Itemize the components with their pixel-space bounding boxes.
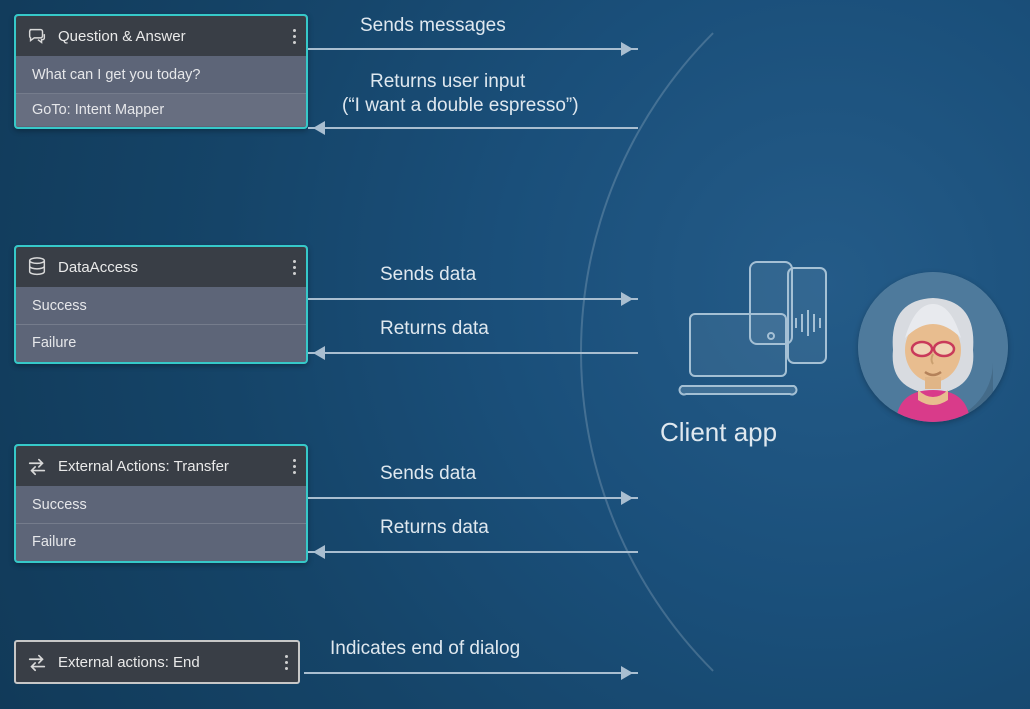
qa-card-body: What can I get you today? GoTo: Intent M… xyxy=(16,56,306,127)
arrow-right xyxy=(308,497,638,499)
qa-goto-row: GoTo: Intent Mapper xyxy=(16,94,306,126)
data-card-body: Success Failure xyxy=(16,287,306,362)
menu-dots-icon[interactable] xyxy=(292,260,296,275)
transfer-card-title: External Actions: Transfer xyxy=(58,458,282,475)
qa-card: Question & Answer What can I get you tod… xyxy=(14,14,308,129)
transfer-card-body: Success Failure xyxy=(16,486,306,561)
success-row: Success xyxy=(16,487,306,524)
arrow-left xyxy=(308,127,638,129)
data-card-header: DataAccess xyxy=(16,247,306,287)
transfer-icon xyxy=(26,455,48,477)
menu-dots-icon[interactable] xyxy=(284,655,288,670)
arrow-left xyxy=(308,551,638,553)
arrow-label: Returns user input xyxy=(370,71,525,93)
end-card-title: External actions: End xyxy=(58,654,274,671)
end-card: External actions: End xyxy=(14,640,300,684)
qa-prompt-text: What can I get you today? xyxy=(16,57,306,94)
arrow-label: Sends data xyxy=(380,463,476,485)
qa-card-header: Question & Answer xyxy=(16,16,306,56)
chat-icon xyxy=(26,25,48,47)
user-avatar-icon xyxy=(858,272,1008,422)
database-icon xyxy=(26,256,48,278)
arrow-label: Returns data xyxy=(380,318,489,340)
arrow-label: (“I want a double espresso”) xyxy=(342,95,579,117)
success-row: Success xyxy=(16,288,306,325)
arrow-right xyxy=(308,298,638,300)
data-card: DataAccess Success Failure xyxy=(14,245,308,364)
client-devices-icon xyxy=(678,258,838,413)
arrow-right xyxy=(304,672,638,674)
data-card-title: DataAccess xyxy=(58,259,282,276)
client-app-label: Client app xyxy=(660,417,777,448)
arrow-right xyxy=(308,48,638,50)
failure-row: Failure xyxy=(16,325,306,361)
menu-dots-icon[interactable] xyxy=(292,29,296,44)
transfer-icon xyxy=(26,651,48,673)
end-card-header: External actions: End xyxy=(14,640,300,684)
transfer-card-header: External Actions: Transfer xyxy=(16,446,306,486)
arrow-left xyxy=(308,352,638,354)
transfer-card: External Actions: Transfer Success Failu… xyxy=(14,444,308,563)
failure-row: Failure xyxy=(16,524,306,560)
arrow-label: Returns data xyxy=(380,517,489,539)
menu-dots-icon[interactable] xyxy=(292,459,296,474)
qa-card-title: Question & Answer xyxy=(58,28,282,45)
arrow-label: Sends data xyxy=(380,264,476,286)
arrow-label: Indicates end of dialog xyxy=(330,638,520,660)
arrow-label: Sends messages xyxy=(360,15,506,37)
